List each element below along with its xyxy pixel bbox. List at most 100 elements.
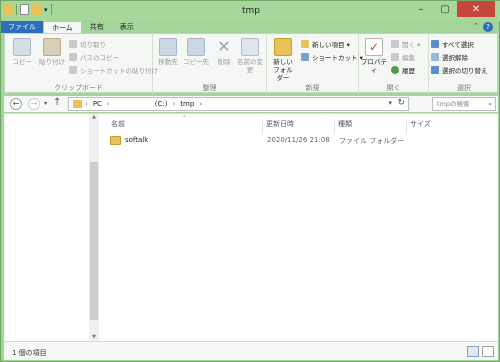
tab-home[interactable]: ホーム bbox=[43, 21, 82, 33]
cut-button[interactable]: 切り取り bbox=[69, 39, 106, 49]
history-label: 履歴 bbox=[402, 67, 415, 75]
select-none-label: 選択解除 bbox=[442, 54, 468, 62]
delete-label: 削除 bbox=[217, 58, 231, 66]
help-icon[interactable]: ? bbox=[483, 22, 493, 32]
shortcut-icon bbox=[301, 53, 309, 61]
breadcrumb-folder[interactable]: tmp bbox=[180, 100, 194, 108]
status-bar: 1 個の項目 bbox=[4, 341, 498, 360]
shortcut-label: ショートカット ▾ bbox=[312, 54, 363, 62]
up-button[interactable]: ↑ bbox=[53, 97, 61, 108]
tab-share[interactable]: 共有 bbox=[82, 21, 112, 33]
clipboard-group: コピー 貼り付け 切り取り パスのコピー ショートカットの貼り付け クリップボー… bbox=[5, 34, 158, 94]
column-headers: 名前 ⌃ 更新日時 種類 サイズ bbox=[104, 115, 498, 133]
select-group-label: 選択 bbox=[457, 84, 471, 92]
paste-label: 貼り付け bbox=[39, 58, 65, 66]
copy-path-label: パスのコピー bbox=[80, 54, 119, 62]
edit-label: 編集 bbox=[402, 54, 415, 62]
breadcrumb-drive[interactable]: (C:) bbox=[155, 100, 168, 108]
copy-path-icon bbox=[69, 53, 77, 61]
column-size[interactable]: サイズ bbox=[410, 119, 431, 129]
properties-label: プロパティ bbox=[361, 58, 387, 74]
edit-button[interactable]: 編集 bbox=[391, 52, 415, 62]
scroll-up-arrow[interactable]: ▲ bbox=[89, 114, 99, 122]
content-area: ▲ ▼ 名前 ⌃ 更新日時 種類 サイズ softalk 2020/11/26 … bbox=[4, 113, 498, 342]
column-divider[interactable] bbox=[334, 119, 335, 133]
minimize-button[interactable]: – bbox=[409, 1, 433, 17]
window-controls: – ▢ ✕ bbox=[409, 1, 495, 17]
new-item-label: 新しい項目 ▾ bbox=[312, 41, 350, 49]
breadcrumb-separator: › bbox=[106, 100, 110, 108]
paste-button[interactable]: 貼り付け bbox=[37, 38, 67, 66]
back-button[interactable]: ← bbox=[10, 98, 22, 110]
paste-shortcut-button[interactable]: ショートカットの貼り付け bbox=[69, 65, 158, 75]
copy-button[interactable]: コピー bbox=[7, 38, 37, 66]
forward-button[interactable]: → bbox=[28, 98, 40, 110]
scrollbar-thumb[interactable] bbox=[90, 162, 98, 320]
open-label: 開く ▾ bbox=[402, 41, 421, 49]
file-type: ファイル フォルダー bbox=[339, 137, 405, 145]
breadcrumb-pc[interactable]: PC bbox=[93, 100, 102, 108]
rename-icon bbox=[241, 38, 259, 56]
address-history-icon[interactable]: ▾ bbox=[388, 99, 392, 107]
copy-to-label: コピー先 bbox=[183, 58, 209, 66]
organize-group: 移動先 コピー先 ✕ 削除 名前の変更 整理 bbox=[153, 34, 267, 94]
organize-group-label: 整理 bbox=[202, 84, 217, 92]
open-button[interactable]: 開く ▾ bbox=[391, 39, 420, 49]
open-group: ✓ プロパティ 開く ▾ 編集 履歴 開く bbox=[359, 34, 429, 94]
new-folder-button[interactable]: 新しいフォルダー bbox=[267, 38, 299, 82]
navigation-pane-scrollbar[interactable]: ▲ ▼ bbox=[89, 114, 99, 342]
properties-button[interactable]: ✓ プロパティ bbox=[359, 38, 389, 74]
move-to-button[interactable]: 移動先 bbox=[153, 38, 183, 66]
close-button[interactable]: ✕ bbox=[457, 1, 495, 17]
select-all-icon bbox=[431, 40, 439, 48]
select-none-button[interactable]: 選択解除 bbox=[431, 52, 468, 62]
ribbon-tabs: ファイル ホーム 共有 表示 ⌃ ? bbox=[1, 21, 500, 33]
tab-view[interactable]: 表示 bbox=[112, 21, 142, 33]
maximize-button[interactable]: ▢ bbox=[433, 1, 457, 17]
column-type[interactable]: 種類 bbox=[338, 119, 352, 129]
easy-access-button[interactable]: ショートカット ▾ bbox=[301, 52, 363, 62]
large-icons-view-button[interactable] bbox=[482, 346, 494, 357]
new-group: 新しいフォルダー 新しい項目 ▾ ショートカット ▾ 新規 bbox=[267, 34, 363, 94]
new-folder-label: 新しいフォルダー bbox=[273, 58, 293, 82]
details-view-button[interactable] bbox=[467, 346, 479, 357]
column-divider[interactable] bbox=[262, 119, 263, 133]
select-group: すべて選択 選択解除 選択の切り替え 選択 bbox=[429, 34, 499, 94]
file-row[interactable]: softalk 2020/11/26 21:08 ファイル フォルダー bbox=[107, 135, 407, 147]
invert-selection-label: 選択の切り替え bbox=[442, 67, 488, 75]
clipboard-group-label: クリップボード bbox=[54, 84, 103, 92]
select-all-button[interactable]: すべて選択 bbox=[431, 39, 474, 49]
title-bar: ▾ tmp – ▢ ✕ bbox=[1, 1, 500, 21]
tab-file[interactable]: ファイル bbox=[1, 21, 43, 33]
refresh-icon[interactable]: ↻ bbox=[397, 98, 405, 108]
history-button[interactable]: 履歴 bbox=[391, 65, 415, 75]
paste-icon bbox=[43, 38, 61, 56]
ribbon: コピー 貼り付け 切り取り パスのコピー ショートカットの貼り付け クリップボー… bbox=[4, 33, 499, 94]
invert-selection-icon bbox=[431, 66, 439, 74]
column-divider[interactable] bbox=[406, 119, 407, 133]
item-count: 1 個の項目 bbox=[12, 349, 47, 357]
navigation-pane[interactable]: ▲ ▼ bbox=[4, 114, 99, 342]
recent-locations-icon[interactable]: ▾ bbox=[44, 100, 47, 107]
copy-to-button[interactable]: コピー先 bbox=[181, 38, 211, 66]
open-group-label: 開く bbox=[386, 84, 401, 92]
address-folder-icon bbox=[73, 100, 82, 108]
collapse-ribbon-icon[interactable]: ⌃ bbox=[473, 22, 479, 30]
file-name: softalk bbox=[125, 136, 149, 144]
sort-ascending-icon: ⌃ bbox=[182, 115, 188, 122]
history-icon bbox=[391, 66, 399, 74]
address-bar[interactable]: › PC › (C:) › tmp › ▾ ↻ bbox=[68, 97, 409, 111]
explorer-window: ▾ tmp – ▢ ✕ ファイル ホーム 共有 表示 ⌃ ? コピー 貼り付け bbox=[0, 0, 500, 362]
column-modified[interactable]: 更新日時 bbox=[266, 119, 294, 129]
invert-selection-button[interactable]: 選択の切り替え bbox=[431, 65, 488, 75]
column-name[interactable]: 名前 bbox=[111, 119, 125, 129]
file-modified: 2020/11/26 21:08 bbox=[267, 136, 330, 144]
copy-path-button[interactable]: パスのコピー bbox=[69, 52, 119, 62]
select-all-label: すべて選択 bbox=[442, 41, 474, 49]
scissors-icon bbox=[69, 40, 77, 48]
new-item-button[interactable]: 新しい項目 ▾ bbox=[301, 39, 350, 49]
search-box[interactable]: tmpの検索 ⌕ bbox=[432, 97, 496, 111]
copy-icon bbox=[13, 38, 31, 56]
rename-button[interactable]: 名前の変更 bbox=[235, 38, 265, 74]
navigation-bar: ← → ▾ ↑ › PC › (C:) › tmp › ▾ ↻ tmpの検索 ⌕ bbox=[4, 96, 498, 112]
